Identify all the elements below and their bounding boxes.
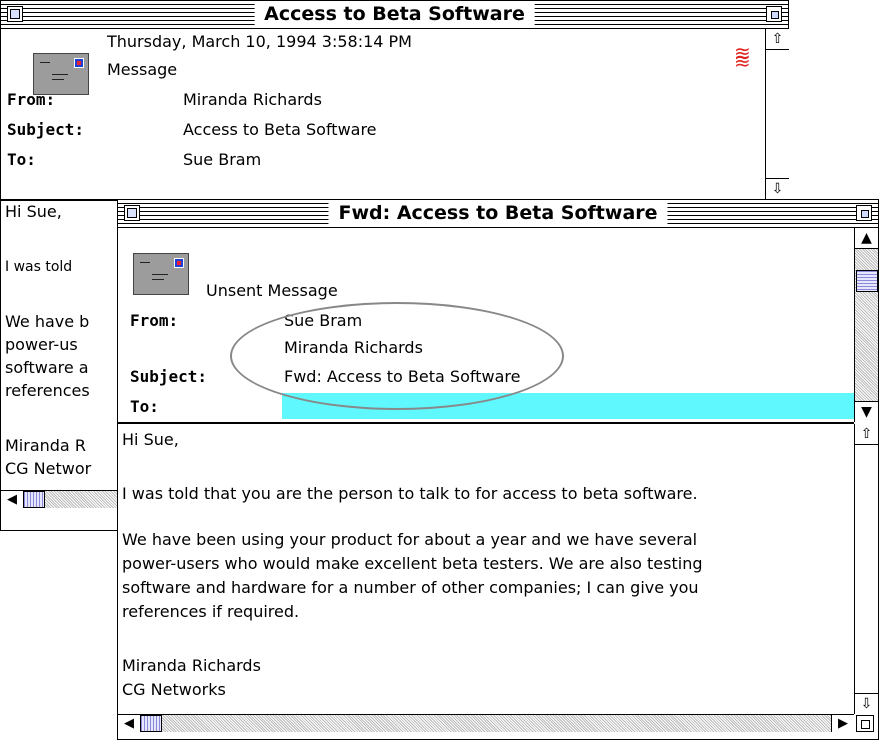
body-paragraph: I was told that you are the person to ta…: [122, 484, 698, 503]
scroll-up-icon[interactable]: ⇧: [766, 29, 789, 50]
envelope-icon: [133, 253, 189, 295]
stamp-icon: [174, 258, 184, 268]
scroll-up-icon[interactable]: ⇧: [855, 424, 878, 445]
back-window-title: Access to Beta Software: [254, 3, 535, 25]
subject-value: Access to Beta Software: [183, 120, 377, 139]
to-field[interactable]: [282, 393, 854, 419]
body-line: CG Networ: [5, 459, 92, 478]
back-title-bar[interactable]: Access to Beta Software: [1, 1, 788, 29]
back-header: Thursday, March 10, 1994 3:58:14 PM Mess…: [1, 29, 765, 201]
subject-field[interactable]: Fwd: Access to Beta Software: [284, 367, 520, 386]
scroll-thumb[interactable]: [23, 491, 45, 508]
stamp-icon: [74, 58, 84, 68]
from-value: Sue Bram: [284, 311, 363, 330]
body-line: Miranda R: [5, 436, 86, 455]
back-body[interactable]: Hi Sue, I was told We have b power-us so…: [1, 200, 121, 490]
envelope-icon: [33, 53, 89, 95]
to-label: To:: [7, 150, 36, 169]
original-from-value: Miranda Richards: [284, 338, 423, 357]
scroll-thumb[interactable]: [856, 270, 878, 292]
address-line: [140, 262, 150, 263]
body-paragraph: We have been using your product for abou…: [122, 530, 703, 621]
scroll-left-icon[interactable]: ◀: [1, 491, 24, 508]
from-value: Miranda Richards: [183, 90, 322, 109]
back-header-scrollbar[interactable]: ⇧ ⇩: [765, 29, 789, 199]
address-line: [152, 279, 164, 280]
to-label: To:: [130, 397, 159, 416]
zoom-box-icon[interactable]: [856, 205, 872, 221]
close-box-icon[interactable]: [124, 205, 140, 221]
back-horizontal-scrollbar[interactable]: ◀: [1, 490, 121, 508]
front-window-title: Fwd: Access to Beta Software: [328, 202, 668, 224]
front-header-scrollbar[interactable]: ▲ ▼: [854, 228, 878, 422]
body-line: Hi Sue,: [5, 202, 62, 221]
close-box-icon[interactable]: [7, 6, 23, 22]
signature: Miranda Richards CG Networks: [122, 656, 261, 699]
greeting: Hi Sue,: [122, 430, 179, 449]
forward-message-window: Fwd: Access to Beta Software Unsent Mess…: [117, 199, 879, 740]
scroll-down-icon[interactable]: ▼: [855, 401, 878, 422]
from-label: From:: [7, 90, 56, 109]
body-line: software a: [5, 358, 89, 377]
body-line: I was told: [5, 259, 73, 275]
from-label: From:: [130, 311, 179, 330]
scroll-down-icon[interactable]: ⇩: [855, 693, 878, 714]
subject-label: Subject:: [7, 120, 85, 139]
scroll-left-icon[interactable]: ◀: [118, 715, 141, 732]
body-line: power-us: [5, 335, 78, 354]
address-line: [40, 62, 50, 63]
zoom-box-icon[interactable]: [766, 6, 782, 22]
front-title-bar[interactable]: Fwd: Access to Beta Software: [118, 200, 878, 228]
body-line: references: [5, 381, 90, 400]
message-status: Message: [107, 60, 178, 79]
body-line: We have b: [5, 312, 90, 331]
front-header: Unsent Message From: Sue Bram Miranda Ri…: [118, 228, 854, 424]
front-body[interactable]: Hi Sue, I was told that you are the pers…: [118, 424, 854, 714]
address-line: [152, 274, 168, 275]
resize-grow-icon[interactable]: [856, 715, 874, 732]
front-body-scrollbar[interactable]: ⇧ ⇩: [854, 424, 878, 714]
priority-icon: ≋ ≋: [734, 41, 751, 73]
scroll-down-icon[interactable]: ⇩: [766, 178, 789, 199]
scroll-up-icon[interactable]: ▲: [855, 228, 878, 249]
scroll-right-icon[interactable]: ▶: [831, 715, 854, 732]
subject-label: Subject:: [130, 367, 208, 386]
address-line: [52, 74, 68, 75]
front-horizontal-scrollbar[interactable]: ◀ ▶: [118, 714, 854, 732]
message-date: Thursday, March 10, 1994 3:58:14 PM: [107, 32, 412, 51]
address-line: [52, 79, 64, 80]
message-status: Unsent Message: [206, 281, 338, 300]
scroll-thumb[interactable]: [140, 715, 162, 732]
to-value: Sue Bram: [183, 150, 262, 169]
